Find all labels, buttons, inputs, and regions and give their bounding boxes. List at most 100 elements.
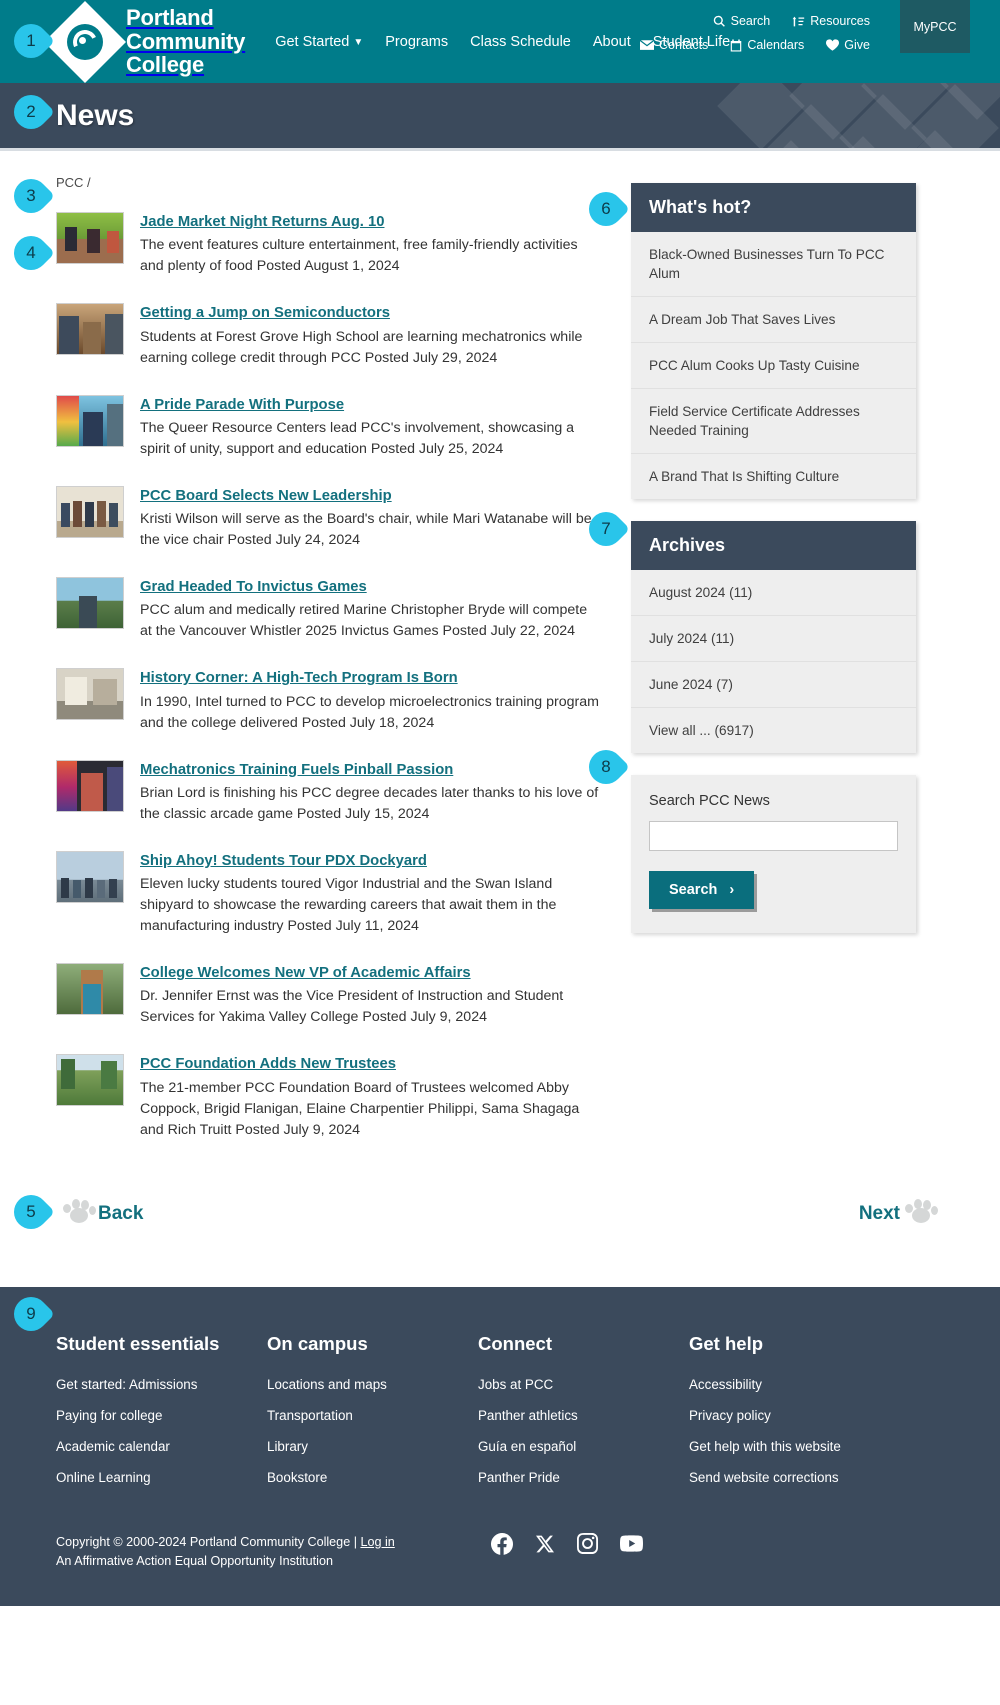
news-list-item[interactable]: PCC Foundation Adds New Trustees The 21-… bbox=[56, 1054, 601, 1140]
footer-link[interactable]: Panther athletics bbox=[478, 1408, 689, 1423]
footer-link[interactable]: Transportation bbox=[267, 1408, 478, 1423]
whats-hot-title: What's hot? bbox=[649, 197, 752, 217]
whats-hot-item[interactable]: PCC Alum Cooks Up Tasty Cuisine bbox=[631, 342, 916, 388]
utility-resources[interactable]: Resources bbox=[792, 14, 870, 28]
marker-number: 5 bbox=[26, 1202, 36, 1221]
whats-hot-item[interactable]: Black-Owned Businesses Turn To PCC Alum bbox=[631, 232, 916, 296]
pagination-next-label: Next bbox=[858, 1202, 900, 1224]
news-description: PCC alum and medically retired Marine Ch… bbox=[140, 602, 588, 640]
news-title-link[interactable]: A Pride Parade With Purpose bbox=[140, 396, 344, 415]
footer-link[interactable]: Bookstore bbox=[267, 1470, 478, 1485]
banner-pattern-decoration bbox=[717, 83, 1000, 148]
archive-item[interactable]: June 2024 (7) bbox=[631, 661, 916, 707]
footer-link[interactable]: Jobs at PCC bbox=[478, 1377, 689, 1392]
news-list-item[interactable]: Ship Ahoy! Students Tour PDX Dockyard El… bbox=[56, 850, 601, 937]
annotation-marker-7: 7 bbox=[581, 504, 631, 554]
news-title-link[interactable]: Grad Headed To Invictus Games bbox=[140, 578, 367, 597]
news-list-item[interactable]: Grad Headed To Invictus Games PCC alum a… bbox=[56, 577, 601, 642]
footer-link[interactable]: Get help with this website bbox=[689, 1439, 900, 1454]
news-list-item[interactable]: PCC Board Selects New Leadership Kristi … bbox=[56, 485, 601, 551]
news-search-button[interactable]: Search › bbox=[649, 871, 755, 910]
nav-item-class-schedule[interactable]: Class Schedule bbox=[470, 34, 571, 50]
annotation-marker-2: 2 bbox=[6, 87, 56, 137]
nav-item-about[interactable]: About bbox=[593, 34, 631, 50]
footer-columns: Student essentials Get started: Admissio… bbox=[56, 1333, 944, 1501]
copyright-block: Copyright © 2000-2024 Portland Community… bbox=[56, 1533, 476, 1572]
site-logo[interactable]: Portland Community College bbox=[43, 0, 245, 83]
facebook-link[interactable] bbox=[491, 1532, 514, 1560]
news-title-link[interactable]: History Corner: A High-Tech Program Is B… bbox=[140, 669, 458, 688]
footer-link[interactable]: Online Learning bbox=[56, 1470, 267, 1485]
instagram-link[interactable] bbox=[577, 1533, 599, 1559]
news-list-item[interactable]: Getting a Jump on Semiconductors Student… bbox=[56, 303, 601, 368]
news-description: The event features culture entertainment… bbox=[140, 237, 578, 275]
news-description: Kristi Wilson will serve as the Board's … bbox=[140, 511, 592, 549]
x-twitter-link[interactable] bbox=[535, 1534, 555, 1559]
news-title-link[interactable]: Jade Market Night Returns Aug. 10 bbox=[140, 213, 384, 232]
footer-link[interactable]: Paying for college bbox=[56, 1408, 267, 1423]
news-item-body: Jade Market Night Returns Aug. 10 The ev… bbox=[140, 212, 601, 277]
breadcrumb[interactable]: PCC / bbox=[56, 175, 601, 190]
news-list-column: PCC / Jade Market Night Returns Aug. 10 … bbox=[56, 175, 601, 1167]
logo-line-1: Portland bbox=[126, 5, 214, 31]
page-body: PCC / Jade Market Night Returns Aug. 10 … bbox=[0, 151, 1000, 1167]
youtube-link[interactable] bbox=[620, 1535, 643, 1557]
utility-calendars[interactable]: Calendars bbox=[730, 38, 804, 52]
facebook-icon bbox=[491, 1532, 514, 1555]
news-thumbnail bbox=[56, 963, 124, 1016]
whats-hot-item[interactable]: Field Service Certificate Addresses Need… bbox=[631, 388, 916, 453]
footer-link[interactable]: Get started: Admissions bbox=[56, 1377, 267, 1392]
news-description: In 1990, Intel turned to PCC to develop … bbox=[140, 693, 599, 731]
news-list-item[interactable]: College Welcomes New VP of Academic Affa… bbox=[56, 963, 601, 1028]
news-title-link[interactable]: Mechatronics Training Fuels Pinball Pass… bbox=[140, 761, 453, 780]
news-title-link[interactable]: PCC Foundation Adds New Trustees bbox=[140, 1055, 396, 1074]
news-item-body: College Welcomes New VP of Academic Affa… bbox=[140, 963, 601, 1028]
pcc-logo-icon bbox=[43, 0, 127, 83]
news-list-item[interactable]: Jade Market Night Returns Aug. 10 The ev… bbox=[56, 212, 601, 277]
news-thumbnail bbox=[56, 668, 124, 721]
news-title-link[interactable]: PCC Board Selects New Leadership bbox=[140, 487, 392, 506]
news-title-link[interactable]: College Welcomes New VP of Academic Affa… bbox=[140, 964, 471, 983]
news-search-input[interactable] bbox=[649, 821, 898, 852]
archive-item-view-all[interactable]: View all ... (6917) bbox=[631, 707, 916, 753]
utility-contacts[interactable]: Contacts bbox=[639, 38, 708, 52]
login-link[interactable]: Log in bbox=[360, 1535, 394, 1549]
whats-hot-item[interactable]: A Dream Job That Saves Lives bbox=[631, 296, 916, 342]
footer-link[interactable]: Panther Pride bbox=[478, 1470, 689, 1485]
whats-hot-item[interactable]: A Brand That Is Shifting Culture bbox=[631, 453, 916, 499]
footer-column-on-campus: On campus Locations and maps Transportat… bbox=[267, 1333, 478, 1501]
news-search-widget: Search PCC News Search › bbox=[631, 775, 916, 934]
utility-give[interactable]: Give bbox=[826, 38, 870, 52]
chevron-down-icon: ▼ bbox=[353, 36, 364, 48]
news-title-link[interactable]: Ship Ahoy! Students Tour PDX Dockyard bbox=[140, 852, 427, 871]
marker-number: 4 bbox=[26, 243, 36, 262]
footer-link[interactable]: Academic calendar bbox=[56, 1439, 267, 1454]
news-list-item[interactable]: History Corner: A High-Tech Program Is B… bbox=[56, 668, 601, 733]
news-title-link[interactable]: Getting a Jump on Semiconductors bbox=[140, 304, 390, 323]
marker-number: 9 bbox=[26, 1304, 36, 1323]
footer-link[interactable]: Locations and maps bbox=[267, 1377, 478, 1392]
archive-item[interactable]: August 2024 (11) bbox=[631, 570, 916, 615]
archive-item[interactable]: July 2024 (11) bbox=[631, 615, 916, 661]
footer-link[interactable]: Privacy policy bbox=[689, 1408, 900, 1423]
nav-item-get-started[interactable]: Get Started ▼ bbox=[275, 34, 363, 50]
footer-column-connect: Connect Jobs at PCC Panther athletics Gu… bbox=[478, 1333, 689, 1501]
logo-text: Portland Community College bbox=[126, 6, 245, 77]
whats-hot-header: What's hot? bbox=[631, 183, 916, 232]
pagination-back[interactable]: Back bbox=[58, 1197, 143, 1227]
instagram-icon bbox=[577, 1533, 599, 1555]
footer-link[interactable]: Accessibility bbox=[689, 1377, 900, 1392]
news-thumbnail bbox=[56, 759, 124, 812]
mypcc-button[interactable]: MyPCC bbox=[900, 0, 970, 53]
pagination-next[interactable]: Next bbox=[859, 1197, 940, 1227]
nav-item-programs[interactable]: Programs bbox=[385, 34, 448, 50]
footer-heading: On campus bbox=[267, 1332, 368, 1354]
marker-number: 6 bbox=[601, 199, 611, 218]
footer-link[interactable]: Send website corrections bbox=[689, 1470, 900, 1485]
news-list-item[interactable]: Mechatronics Training Fuels Pinball Pass… bbox=[56, 759, 601, 825]
footer-link[interactable]: Library bbox=[267, 1439, 478, 1454]
utility-search[interactable]: Search bbox=[713, 14, 770, 28]
news-list-item[interactable]: A Pride Parade With Purpose The Queer Re… bbox=[56, 394, 601, 460]
footer-link[interactable]: Guía en español bbox=[478, 1439, 689, 1454]
news-thumbnail bbox=[56, 212, 124, 264]
